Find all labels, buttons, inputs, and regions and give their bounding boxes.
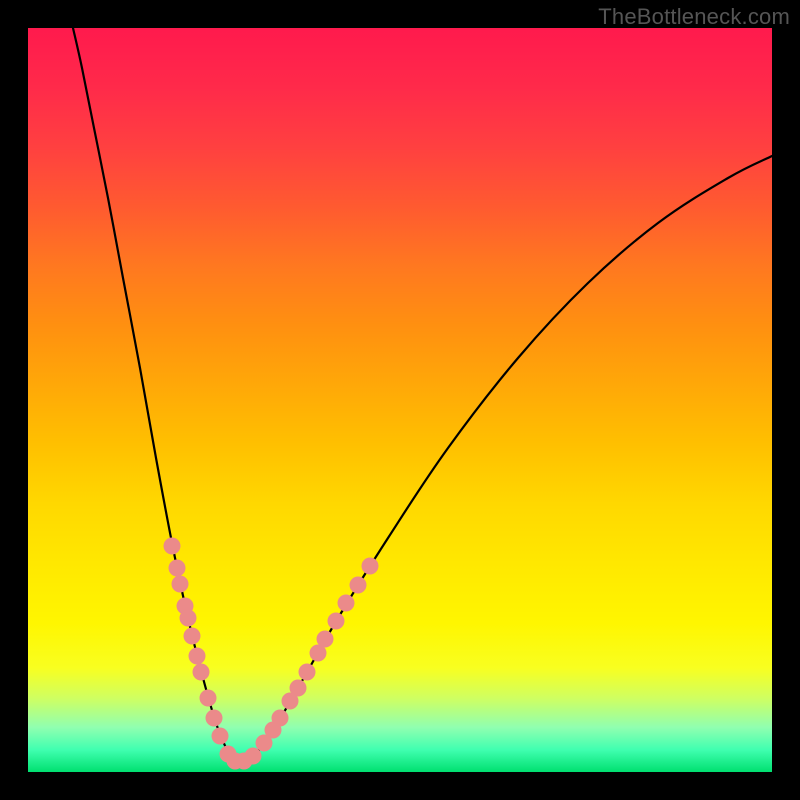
data-dot (200, 690, 217, 707)
bottleneck-left-branch (73, 28, 233, 763)
data-dot (180, 610, 197, 627)
data-dot (362, 558, 379, 575)
data-dot (189, 648, 206, 665)
data-dot (328, 613, 345, 630)
data-dot (184, 628, 201, 645)
data-dot (299, 664, 316, 681)
data-dot (338, 595, 355, 612)
data-dot (169, 560, 186, 577)
data-dot (193, 664, 210, 681)
data-dots (164, 538, 379, 770)
plot-area (28, 28, 772, 772)
data-dot (290, 680, 307, 697)
data-dot (206, 710, 223, 727)
curve-svg (28, 28, 772, 772)
data-dot (350, 577, 367, 594)
watermark-label: TheBottleneck.com (598, 4, 790, 30)
data-dot (164, 538, 181, 555)
data-dot (272, 710, 289, 727)
data-dot (212, 728, 229, 745)
data-dot (317, 631, 334, 648)
chart-frame: TheBottleneck.com (0, 0, 800, 800)
data-dot (245, 748, 262, 765)
data-dot (172, 576, 189, 593)
